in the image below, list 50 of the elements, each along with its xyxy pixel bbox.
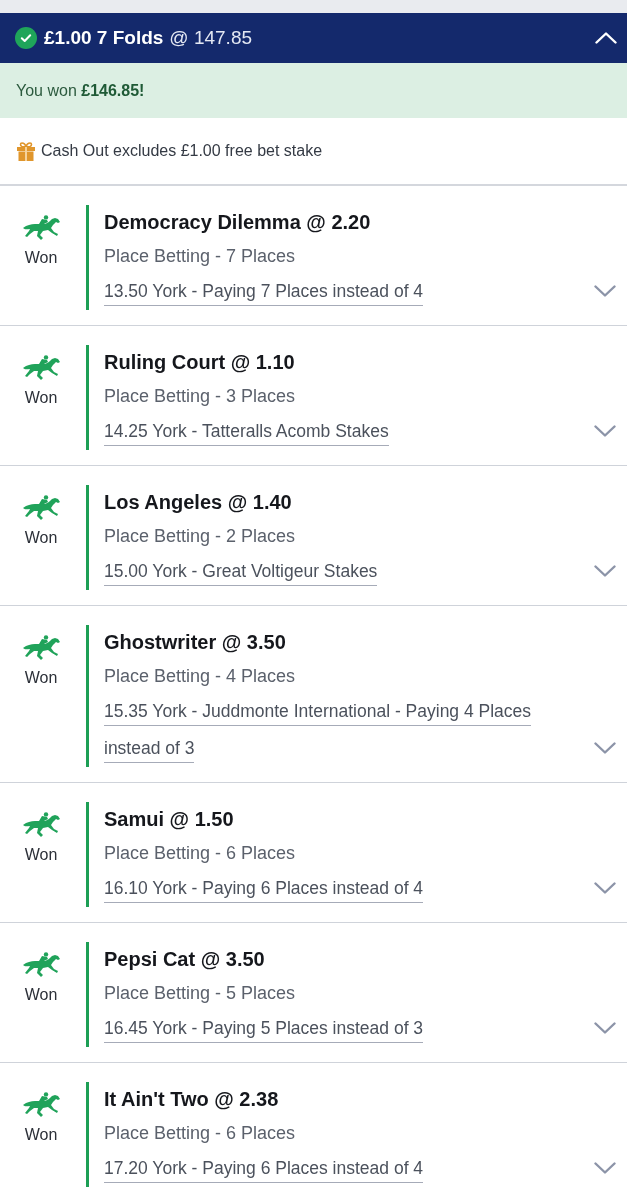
check-circle-icon <box>15 27 37 49</box>
market-name: Place Betting - 3 Places <box>104 385 296 408</box>
event-link[interactable]: 15.00 York - Great Voltigeur Stakes <box>104 561 378 586</box>
market-name: Place Betting - 6 Places <box>104 1122 296 1145</box>
leg-status: Won <box>24 249 58 267</box>
horse-rider-icon <box>21 355 61 381</box>
leg-status: Won <box>24 1126 58 1144</box>
horse-rider-icon <box>21 1092 61 1118</box>
selection-name: Democracy Dilemma @ 2.20 <box>104 210 371 235</box>
bet-title: £1.00 7 Folds <box>44 27 164 49</box>
event-link[interactable]: 14.25 York - Tatteralls Acomb Stakes <box>104 421 389 446</box>
chevron-down-icon <box>594 742 616 754</box>
win-message: You won £146.85! <box>16 81 145 100</box>
chevron-down-icon <box>594 1162 616 1174</box>
selection-name: Los Angeles @ 1.40 <box>104 490 292 515</box>
selection-name: Pepsi Cat @ 3.50 <box>104 947 265 972</box>
event-link[interactable]: 16.10 York - Paying 6 Places instead of 4 <box>104 878 424 903</box>
horse-rider-icon <box>21 952 61 978</box>
selection-name: It Ain't Two @ 2.38 <box>104 1087 279 1112</box>
chevron-up-icon <box>595 32 617 44</box>
leg-status: Won <box>24 986 58 1004</box>
market-name: Place Betting - 6 Places <box>104 842 296 865</box>
horse-rider-icon <box>21 495 61 521</box>
market-name: Place Betting - 4 Places <box>104 665 296 688</box>
gift-icon <box>16 141 36 161</box>
market-name: Place Betting - 2 Places <box>104 525 296 548</box>
selection-name: Ghostwriter @ 3.50 <box>104 630 286 655</box>
event-link[interactable]: 13.50 York - Paying 7 Places instead of 4 <box>104 281 424 306</box>
chevron-down-icon <box>594 882 616 894</box>
leg-status: Won <box>24 846 58 864</box>
leg-status: Won <box>24 529 58 547</box>
selection-name: Ruling Court @ 1.10 <box>104 350 295 375</box>
leg-status: Won <box>24 669 58 687</box>
cash-out-notice: Cash Out excludes £1.00 free bet stake <box>41 142 323 160</box>
chevron-down-icon <box>594 565 616 577</box>
event-link[interactable]: 17.20 York - Paying 6 Places instead of 4 <box>104 1158 424 1183</box>
bet-odds: @ 147.85 <box>169 27 254 49</box>
chevron-down-icon <box>594 425 616 437</box>
event-link[interactable]: 16.45 York - Paying 5 Places instead of 3 <box>104 1018 424 1043</box>
selection-name: Samui @ 1.50 <box>104 807 234 832</box>
horse-rider-icon <box>21 812 61 838</box>
horse-rider-icon <box>21 215 61 241</box>
horse-rider-icon <box>21 635 61 661</box>
leg-status: Won <box>24 389 58 407</box>
market-name: Place Betting - 7 Places <box>104 245 296 268</box>
chevron-down-icon <box>594 285 616 297</box>
market-name: Place Betting - 5 Places <box>104 982 296 1005</box>
event-link[interactable]: 15.35 York - Juddmonte International - Paying 4 Places <box>104 701 532 726</box>
chevron-down-icon <box>594 1022 616 1034</box>
event-link[interactable]: instead of 3 <box>104 738 195 763</box>
